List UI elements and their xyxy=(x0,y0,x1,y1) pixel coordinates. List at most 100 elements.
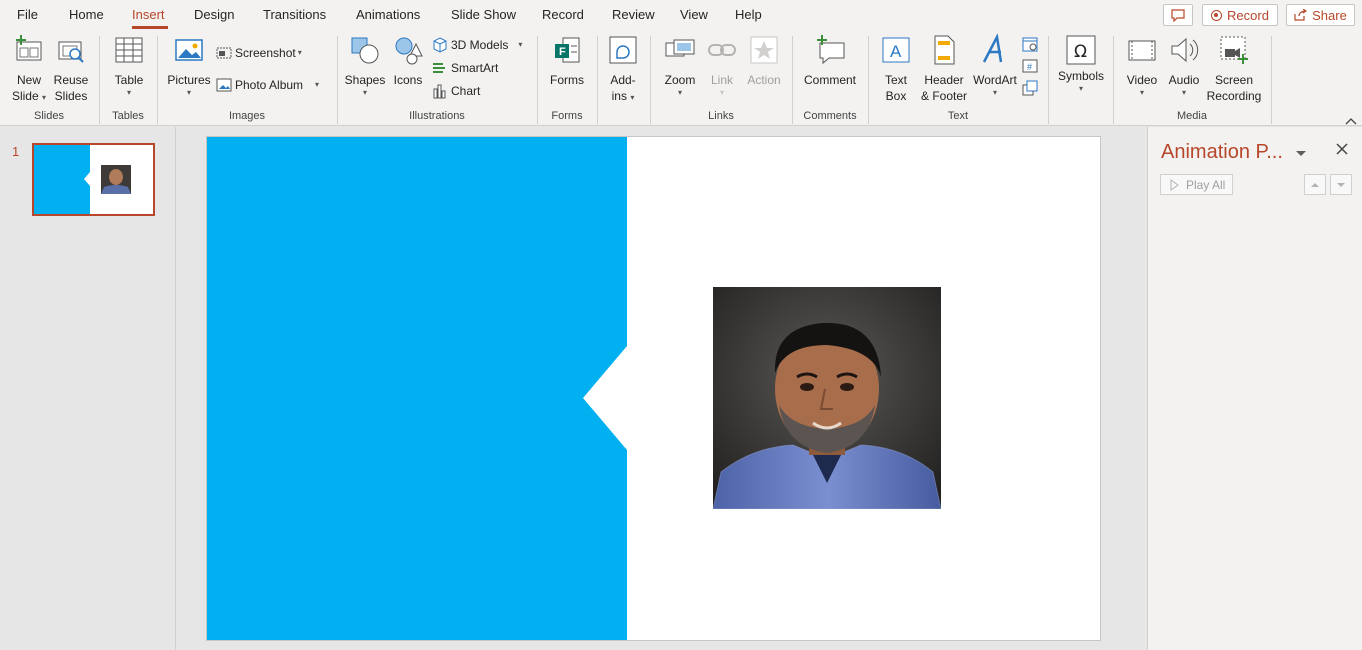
smartart-button[interactable]: SmartArt xyxy=(432,58,498,78)
symbols-label: Symbols xyxy=(1057,69,1104,83)
tab-home[interactable]: Home xyxy=(69,7,104,22)
tab-view[interactable]: View xyxy=(680,7,708,22)
group-label-media: Media xyxy=(1177,110,1207,122)
blue-arrow-shape[interactable] xyxy=(207,137,628,641)
collapse-ribbon-button[interactable] xyxy=(1345,112,1357,125)
share-button-label: Share xyxy=(1312,7,1347,23)
tab-transitions[interactable]: Transitions xyxy=(263,7,326,22)
animation-pane-title: Animation P... xyxy=(1161,141,1283,163)
add-ins-icon xyxy=(609,36,637,64)
action-button[interactable]: Action xyxy=(744,34,784,88)
date-time-button[interactable] xyxy=(1022,36,1040,54)
zoom-button[interactable]: Zoom ▾ xyxy=(660,34,700,98)
slide-number-button[interactable]: # xyxy=(1022,58,1040,76)
shapes-button[interactable]: Shapes ▾ xyxy=(344,34,386,98)
move-up-button[interactable] xyxy=(1304,174,1326,195)
reuse-slides-icon xyxy=(58,41,84,63)
pictures-button[interactable]: Pictures ▾ xyxy=(165,34,213,98)
chart-button[interactable]: Chart xyxy=(432,81,480,101)
group-divider xyxy=(1271,36,1272,124)
text-box-label-1: Text xyxy=(884,73,907,87)
group-divider xyxy=(597,36,598,124)
date-time-icon xyxy=(1022,37,1038,52)
play-all-button[interactable]: Play All xyxy=(1160,174,1233,195)
new-slide-button[interactable]: New Slide ▾ xyxy=(8,34,50,104)
record-dot-icon xyxy=(1211,9,1223,21)
reuse-slides-button[interactable]: Reuse Slides xyxy=(52,34,90,104)
reuse-slides-label-1: Reuse xyxy=(53,73,89,87)
chart-label: Chart xyxy=(451,84,481,98)
photo-album-button[interactable]: Photo Album ▾ xyxy=(216,75,319,95)
symbols-button[interactable]: Ω Symbols ▾ xyxy=(1056,34,1106,94)
triangle-down-icon xyxy=(1337,182,1345,187)
forms-button[interactable]: F Forms xyxy=(546,34,588,88)
animation-pane: Animation P... Play All xyxy=(1147,127,1362,650)
slide-1[interactable] xyxy=(206,136,1101,641)
wordart-label: WordArt xyxy=(973,73,1017,87)
triangle-up-icon xyxy=(1311,182,1319,187)
object-icon xyxy=(1022,80,1038,96)
comments-button[interactable] xyxy=(1163,4,1193,26)
header-footer-label-1: Header xyxy=(924,73,964,87)
move-down-button[interactable] xyxy=(1330,174,1352,195)
audio-button[interactable]: Audio ▾ xyxy=(1164,34,1204,98)
reuse-slides-label-2: Slides xyxy=(54,89,88,103)
chevron-down-icon xyxy=(1296,151,1306,156)
new-comment-icon xyxy=(817,35,845,65)
active-tab-indicator xyxy=(132,26,168,29)
tab-design[interactable]: Design xyxy=(194,7,234,22)
add-ins-label-1: Add- xyxy=(610,73,636,87)
3d-models-button[interactable]: 3D Models ▾ xyxy=(432,35,522,55)
tab-file[interactable]: File xyxy=(17,7,38,22)
new-comment-button[interactable]: Comment xyxy=(800,34,860,88)
slide-thumbnail-preview xyxy=(34,145,153,214)
close-icon xyxy=(1336,143,1348,155)
pane-options-button[interactable] xyxy=(1295,145,1309,157)
video-button[interactable]: Video ▾ xyxy=(1122,34,1162,98)
shapes-label: Shapes xyxy=(344,73,386,87)
close-pane-button[interactable] xyxy=(1335,142,1351,158)
comment-label: Comment xyxy=(803,73,856,87)
screen-recording-label-2: Recording xyxy=(1206,89,1262,103)
icons-button[interactable]: Icons xyxy=(390,34,426,88)
zoom-label: Zoom xyxy=(664,73,696,87)
object-button[interactable] xyxy=(1022,80,1040,98)
portrait-photo[interactable] xyxy=(713,287,941,509)
record-button[interactable]: Record xyxy=(1202,4,1278,26)
icons-icon xyxy=(395,37,423,65)
group-divider xyxy=(1048,36,1049,124)
svg-text:A: A xyxy=(890,42,902,61)
text-box-label-2: Box xyxy=(885,89,907,103)
slide-thumbnail[interactable] xyxy=(32,143,155,216)
chevron-down-icon: ▾ xyxy=(630,93,635,102)
tab-record[interactable]: Record xyxy=(542,7,584,22)
tab-review[interactable]: Review xyxy=(612,7,655,22)
3d-models-label: 3D Models xyxy=(451,38,509,52)
wordart-button[interactable]: WordArt ▾ xyxy=(970,34,1020,98)
link-label: Link xyxy=(710,73,733,87)
tab-animations[interactable]: Animations xyxy=(356,7,420,22)
screen-recording-label-1: Screen xyxy=(1214,73,1254,87)
tab-slide-show[interactable]: Slide Show xyxy=(451,7,516,22)
smartart-label: SmartArt xyxy=(451,61,499,75)
link-icon xyxy=(708,44,736,56)
header-footer-button[interactable]: Header & Footer xyxy=(918,34,970,104)
group-label-tables: Tables xyxy=(112,110,144,122)
text-box-button[interactable]: A Text Box xyxy=(876,34,916,104)
screen-recording-button[interactable]: Screen Recording xyxy=(1204,34,1264,104)
screen-recording-icon xyxy=(1220,36,1248,64)
screenshot-button[interactable]: Screenshot ▾ xyxy=(216,43,302,63)
share-button[interactable]: Share xyxy=(1286,4,1355,26)
add-ins-button[interactable]: Add- ins ▾ xyxy=(604,34,642,104)
tab-help[interactable]: Help xyxy=(735,7,762,22)
table-button[interactable]: Table ▾ xyxy=(108,34,150,98)
tab-insert[interactable]: Insert xyxy=(132,7,165,22)
group-label-illustrations: Illustrations xyxy=(409,110,465,122)
play-icon xyxy=(1170,178,1179,191)
chevron-down-icon: ▾ xyxy=(1078,84,1083,93)
photo-album-icon xyxy=(216,78,232,92)
zoom-icon xyxy=(665,39,695,57)
share-icon xyxy=(1294,9,1308,21)
new-slide-label-1: New xyxy=(16,73,41,87)
link-button[interactable]: Link ▾ xyxy=(704,34,740,98)
